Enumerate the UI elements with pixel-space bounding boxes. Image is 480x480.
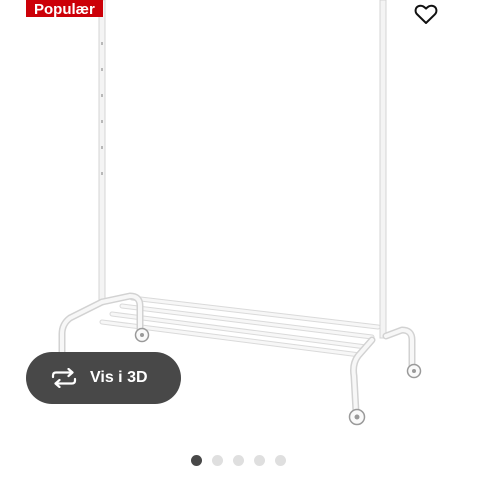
carousel-indicator [191,455,286,467]
rotate-3d-icon [50,368,78,388]
view-in-3d-button[interactable]: Vis i 3D [26,352,181,404]
popular-badge-label: Populær [34,1,95,18]
carousel-dot-2[interactable] [212,455,223,466]
carousel-dot-3[interactable] [233,455,244,466]
heart-icon [414,4,438,24]
carousel-dot-4[interactable] [254,455,265,466]
carousel-dot-1[interactable] [191,455,202,466]
favorite-button[interactable] [409,0,443,28]
carousel-dot-5[interactable] [275,455,286,466]
popular-badge: Populær [26,0,103,17]
view-in-3d-label: Vis i 3D [90,369,148,386]
